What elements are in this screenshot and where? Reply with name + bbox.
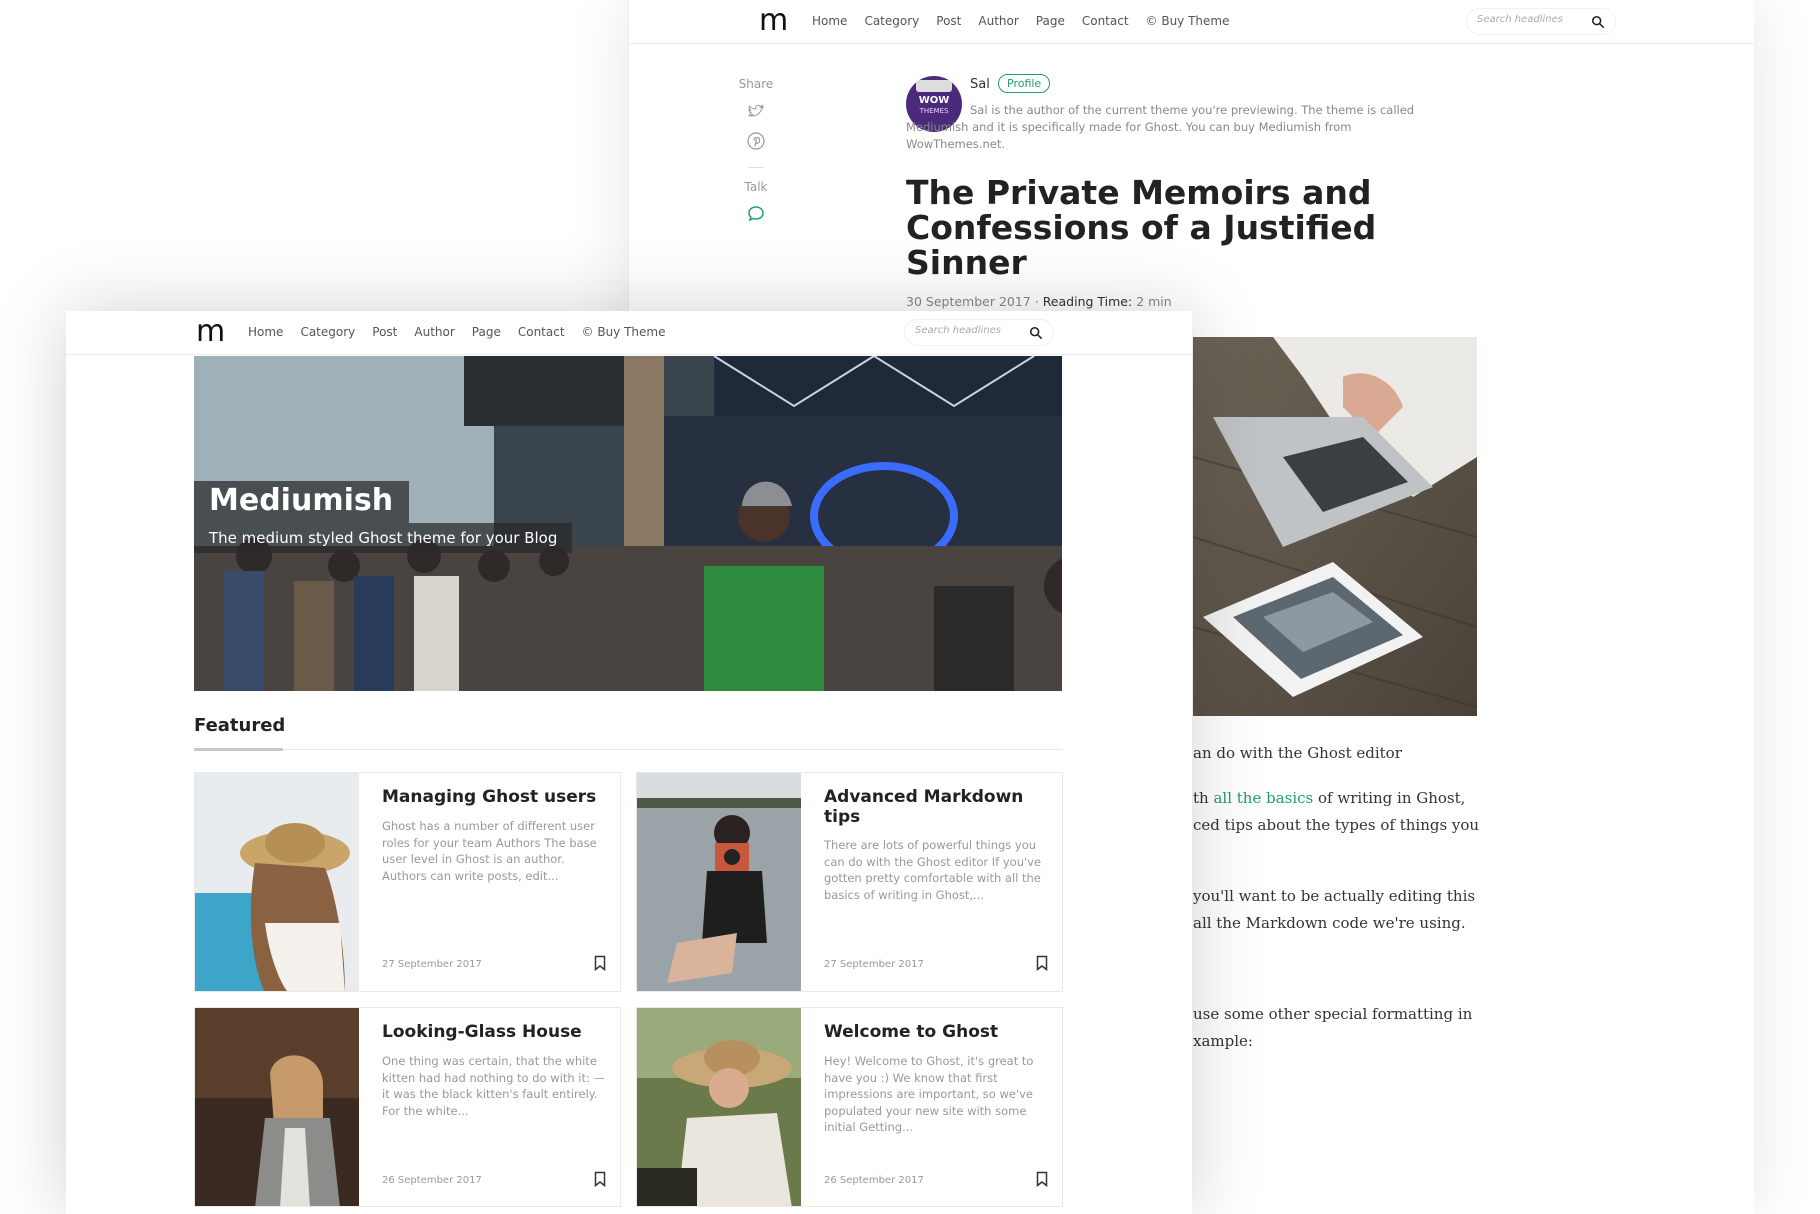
nav-links: Home Category Post Author Page Contact ©… [812, 14, 1247, 28]
post-body: an do with the Ghost editor th all the b… [1193, 740, 1493, 1073]
profile-badge[interactable]: Profile [998, 74, 1051, 93]
nav-link-contact[interactable]: Contact [1082, 14, 1129, 28]
nav-link-page[interactable]: Page [472, 325, 501, 339]
body-text: xample: [1193, 1032, 1253, 1050]
nav-link-buy-theme[interactable]: © Buy Theme [582, 325, 666, 339]
site-logo[interactable]: m [759, 4, 788, 38]
home-page-window: m Home Category Post Author Page Contact… [66, 311, 1192, 1214]
nav-links: Home Category Post Author Page Contact ©… [248, 325, 683, 339]
top-navbar: m Home Category Post Author Page Contact… [66, 311, 1192, 355]
nav-link-buy-theme[interactable]: © Buy Theme [1146, 14, 1230, 28]
post-card[interactable]: Looking-Glass House One thing was certai… [194, 1007, 621, 1207]
card-thumbnail[interactable] [637, 773, 801, 991]
post-date: 30 September 2017 [906, 294, 1031, 309]
body-text: all the Markdown code we're using. [1193, 914, 1466, 932]
card-date: 27 September 2017 [382, 959, 482, 970]
search-icon[interactable] [1591, 15, 1605, 29]
woman-sunhat-photo [637, 1008, 801, 1206]
card-date: 26 September 2017 [824, 1175, 924, 1186]
card-title[interactable]: Managing Ghost users [382, 787, 602, 807]
body-paragraph-3: you'll want to be actually editing this a… [1193, 883, 1493, 937]
nav-link-contact[interactable]: Contact [518, 325, 565, 339]
post-card[interactable]: Managing Ghost users Ghost has a number … [194, 772, 621, 992]
card-excerpt: Hey! Welcome to Ghost, it's great to hav… [824, 1054, 1034, 1134]
avatar-decoration [916, 80, 952, 92]
body-text: of writing in Ghost, [1313, 789, 1466, 807]
comment-icon[interactable] [746, 204, 766, 224]
card-excerpt: There are lots of powerful things you ca… [824, 838, 1042, 902]
share-sidebar: Share Talk [729, 77, 783, 224]
body-paragraph-1: an do with the Ghost editor [1193, 740, 1493, 767]
nav-link-home[interactable]: Home [248, 325, 283, 339]
nav-link-category[interactable]: Category [300, 325, 355, 339]
featured-underline [194, 748, 283, 751]
hero-subtitle: The medium styled Ghost theme for your B… [194, 523, 573, 553]
reading-time-label: Reading Time: [1042, 294, 1133, 309]
nav-link-page[interactable]: Page [1036, 14, 1065, 28]
card-thumbnail[interactable] [195, 773, 359, 991]
nav-link-post[interactable]: Post [936, 14, 961, 28]
woman-camera-photo [637, 773, 801, 991]
bookmark-icon[interactable] [594, 1171, 606, 1187]
nav-link-category[interactable]: Category [864, 14, 919, 28]
reading-time-value: 2 min [1136, 294, 1172, 309]
woman-hat-photo [195, 773, 359, 991]
search-input[interactable] [1477, 14, 1587, 25]
site-logo[interactable]: m [196, 315, 225, 349]
card-thumbnail[interactable] [637, 1008, 801, 1206]
bookmark-icon[interactable] [1036, 1171, 1048, 1187]
card-excerpt: One thing was certain, that the white ki… [382, 1054, 606, 1118]
body-text: use some other special formatting in [1193, 1005, 1473, 1023]
post-card[interactable]: Welcome to Ghost Hey! Welcome to Ghost, … [636, 1007, 1063, 1207]
pinterest-icon[interactable] [746, 131, 766, 151]
top-navbar: m Home Category Post Author Page Contact… [629, 0, 1754, 44]
featured-heading: Featured [194, 715, 286, 736]
share-label: Share [738, 77, 774, 91]
featured-divider [194, 748, 1062, 751]
post-title: The Private Memoirs and Confessions of a… [906, 173, 1377, 282]
post-featured-image [1193, 337, 1477, 716]
meta-separator: · [1030, 294, 1043, 309]
post-meta: 30 September 2017 · Reading Time: 2 min [906, 294, 1172, 309]
bookmark-icon[interactable] [594, 955, 606, 971]
nav-link-author[interactable]: Author [414, 325, 454, 339]
body-paragraph-4: use some other special formatting in xamp… [1193, 1001, 1493, 1055]
talk-label: Talk [744, 180, 768, 194]
search-box [1466, 8, 1616, 35]
card-excerpt: Ghost has a number of different user rol… [382, 819, 597, 883]
author-bio: Sal is the author of the current theme y… [906, 103, 1415, 151]
bookmark-icon[interactable] [1036, 955, 1048, 971]
body-paragraph-2: th all the basics of writing in Ghost, ce… [1193, 785, 1493, 839]
card-title[interactable]: Advanced Markdown tips [824, 787, 1044, 827]
hero-title: Mediumish [194, 481, 410, 523]
all-the-basics-link[interactable]: all the basics [1213, 789, 1313, 807]
card-title[interactable]: Looking-Glass House [382, 1022, 602, 1042]
search-input[interactable] [915, 325, 1025, 336]
search-box [904, 319, 1054, 346]
body-text: you'll want to be actually editing this [1193, 887, 1476, 905]
search-icon[interactable] [1029, 326, 1043, 340]
body-text: ced tips about the types of things you [1193, 816, 1480, 834]
share-divider [748, 167, 764, 168]
nav-link-author[interactable]: Author [978, 14, 1018, 28]
nav-link-post[interactable]: Post [372, 325, 397, 339]
post-card[interactable]: Advanced Markdown tips There are lots of… [636, 772, 1063, 992]
hero-banner: Mediumish The medium styled Ghost theme … [194, 356, 1062, 691]
card-title[interactable]: Welcome to Ghost [824, 1022, 1044, 1042]
author-name[interactable]: Sal [970, 77, 990, 92]
laptop-photo [1193, 337, 1477, 716]
card-date: 26 September 2017 [382, 1175, 482, 1186]
card-date: 27 September 2017 [824, 959, 924, 970]
card-thumbnail[interactable] [195, 1008, 359, 1206]
woman-phone-photo [195, 1008, 359, 1206]
twitter-icon[interactable] [746, 101, 766, 121]
body-text: th [1193, 789, 1214, 807]
nav-link-home[interactable]: Home [812, 14, 847, 28]
body-text: an do with the Ghost editor [1193, 744, 1402, 762]
